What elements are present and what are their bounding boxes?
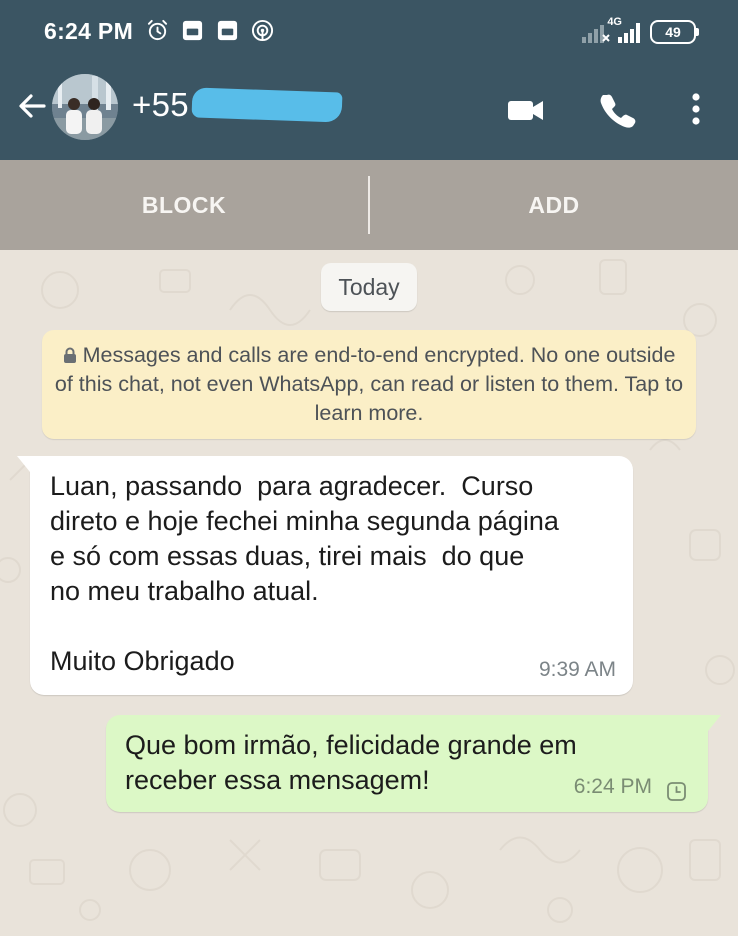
- back-arrow-icon[interactable]: [14, 88, 50, 124]
- status-notification-icons: [146, 19, 274, 42]
- status-bar: 6:24 PM 4G 49: [0, 0, 738, 66]
- message-line: [50, 609, 625, 644]
- avatar-photo: [52, 74, 118, 140]
- status-time: 6:24 PM: [44, 18, 134, 44]
- block-button[interactable]: BLOCK: [0, 160, 368, 250]
- contact-avatar[interactable]: [52, 74, 118, 140]
- message-line: direto e hoje fechei minha segunda págin…: [50, 506, 559, 536]
- message-line: Que bom irmão, felicidade grande em: [125, 730, 577, 760]
- hotspot-icon: [251, 19, 274, 42]
- lock-icon: [63, 347, 76, 363]
- message-line: Luan, passando para agradecer. Curso: [50, 471, 534, 501]
- message-timestamp: 9:39 AM: [538, 658, 616, 681]
- message-line: e só com essas duas, tirei mais do que: [50, 541, 525, 571]
- chat-area[interactable]: Today Messages and calls are end-to-end …: [0, 250, 738, 936]
- date-separator: Today: [321, 263, 417, 311]
- mi-notification-icon: [217, 20, 238, 41]
- unknown-contact-actions: BLOCK ADD: [0, 160, 738, 250]
- outgoing-message[interactable]: Que bom irmão, felicidade grande em rece…: [106, 715, 721, 812]
- bubble-tail: [708, 715, 721, 731]
- alarm-icon: [147, 19, 168, 41]
- add-contact-button[interactable]: ADD: [370, 160, 738, 250]
- redaction-mark: [191, 87, 343, 123]
- encryption-notice-text: Messages and calls are end-to-end encryp…: [54, 343, 684, 425]
- bubble-tail: [17, 456, 30, 472]
- signal-icon: [582, 25, 610, 43]
- video-call-icon[interactable]: [506, 90, 546, 130]
- voice-call-icon[interactable]: [598, 90, 638, 130]
- mi-notification-icon: [182, 20, 203, 41]
- message-text: Luan, passando para agradecer. Curso dir…: [50, 469, 625, 679]
- encryption-notice[interactable]: Messages and calls are end-to-end encryp…: [42, 330, 696, 439]
- status-system-icons: 49: [582, 20, 699, 44]
- more-options-icon[interactable]: [678, 90, 714, 130]
- pending-clock-icon: [667, 782, 686, 801]
- incoming-message[interactable]: Luan, passando para agradecer. Curso dir…: [17, 456, 633, 695]
- signal-icon: [618, 23, 640, 43]
- battery-icon: 49: [650, 20, 699, 44]
- message-timestamp: 6:24 PM: [573, 775, 652, 798]
- message-line: no meu trabalho atual.: [50, 576, 319, 606]
- chat-header: +55 3-2151: [0, 66, 738, 160]
